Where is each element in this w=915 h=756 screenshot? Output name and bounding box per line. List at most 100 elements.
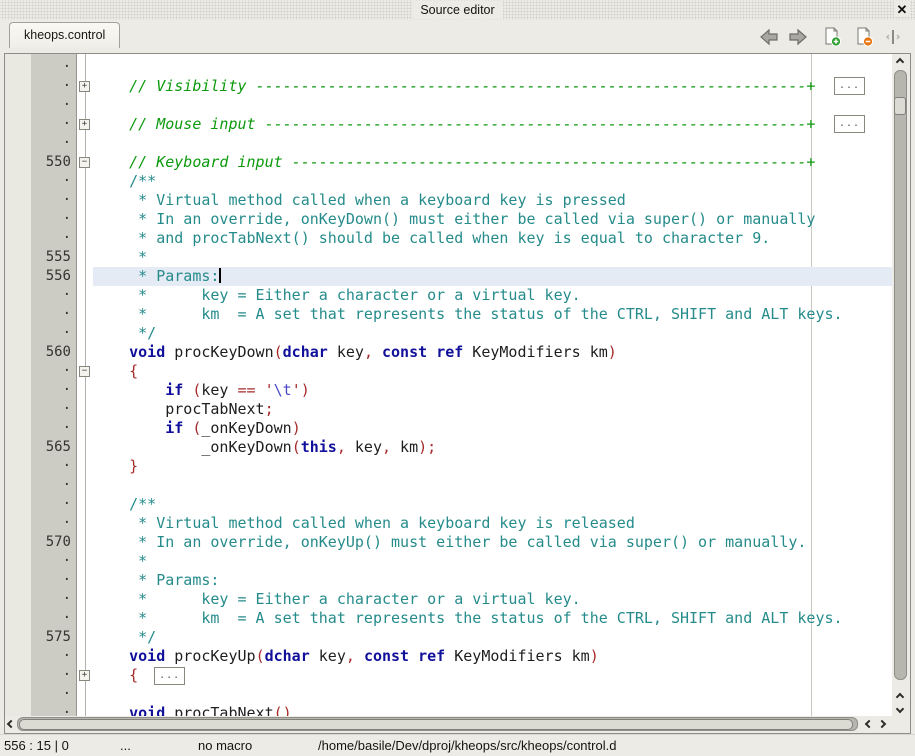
code-token: ,: [337, 438, 346, 456]
code-token: [256, 381, 265, 399]
code-line[interactable]: *: [93, 552, 892, 571]
code-token: void: [129, 704, 165, 716]
code-line[interactable]: procTabNext;: [93, 400, 892, 419]
code-token: const: [364, 647, 409, 665]
fold-cell: [78, 400, 93, 419]
code-token: [93, 704, 129, 716]
code-line[interactable]: /**: [93, 172, 892, 191]
code-line[interactable]: // Visibility --------------------------…: [93, 77, 892, 96]
code-token: [183, 381, 192, 399]
code-line[interactable]: * Virtual method called when a keyboard …: [93, 191, 892, 210]
code-line[interactable]: * Virtual method called when a keyboard …: [93, 514, 892, 533]
horizontal-scrollbar-track[interactable]: [17, 717, 858, 731]
code-line[interactable]: * Params:: [93, 571, 892, 590]
scroll-left-icon[interactable]: [7, 720, 15, 728]
fold-cell: [78, 609, 93, 628]
horizontal-scrollbar-thumb[interactable]: [19, 719, 853, 730]
code-token: */: [93, 628, 156, 646]
code-token: KeyModifiers km: [445, 647, 590, 665]
code-line[interactable]: if (_onKeyDown): [93, 419, 892, 438]
go-forward-button[interactable]: [786, 25, 810, 49]
go-back-button[interactable]: [757, 25, 781, 49]
collapsed-fold-ellipsis[interactable]: ...: [834, 77, 865, 95]
code-line[interactable]: * In an override, onKeyDown() must eithe…: [93, 210, 892, 229]
scroll-up-icon[interactable]: [896, 58, 904, 66]
code-token: procTabNext: [165, 704, 273, 716]
code-line[interactable]: [93, 96, 892, 115]
new-document-button[interactable]: [820, 25, 844, 49]
code-line[interactable]: * and procTabNext() should be called whe…: [93, 229, 892, 248]
code-line[interactable]: if (key == '\t'): [93, 381, 892, 400]
code-token: void: [129, 647, 165, 665]
collapsed-fold-ellipsis[interactable]: ...: [154, 667, 185, 685]
code-line[interactable]: */: [93, 324, 892, 343]
code-token: km: [391, 438, 418, 456]
code-token: /**: [93, 172, 156, 190]
scroll-left-icon[interactable]: [865, 720, 873, 728]
scroll-right-icon[interactable]: [878, 720, 886, 728]
code-line[interactable]: * key = Either a character or a virtual …: [93, 590, 892, 609]
vertical-scrollbar-track[interactable]: [894, 70, 907, 680]
code-line[interactable]: * km = A set that represents the status …: [93, 305, 892, 324]
code-token: [93, 343, 129, 361]
fold-cell: [78, 172, 93, 191]
collapsed-fold-ellipsis[interactable]: ...: [834, 115, 865, 133]
line-number: 560: [31, 343, 76, 362]
code-line[interactable]: */: [93, 628, 892, 647]
code-token: const: [382, 343, 427, 361]
code-token: ref: [436, 343, 463, 361]
code-token: ref: [418, 647, 445, 665]
code-line[interactable]: [93, 476, 892, 495]
code-line[interactable]: void procTabNext(): [93, 704, 892, 716]
code-line[interactable]: /**: [93, 495, 892, 514]
code-token: key: [346, 438, 382, 456]
code-line[interactable]: * In an override, onKeyUp() must either …: [93, 533, 892, 552]
fold-cell: [78, 514, 93, 533]
code-line[interactable]: // Keyboard input ----------------------…: [93, 153, 892, 172]
file-path: /home/basile/Dev/dproj/kheops/src/kheops…: [318, 738, 616, 753]
code-line[interactable]: * Params:: [93, 267, 892, 286]
line-number: ·: [31, 514, 76, 533]
line-number: ·: [31, 210, 76, 229]
vertical-scrollbar[interactable]: [892, 54, 910, 716]
code-line[interactable]: [93, 685, 892, 704]
fold-expand-icon[interactable]: +: [79, 81, 90, 92]
split-view-button[interactable]: [881, 25, 905, 49]
status-bar: 556 : 15 | 0 ... no macro /home/basile/D…: [0, 734, 915, 756]
code-line[interactable]: * km = A set that represents the status …: [93, 609, 892, 628]
fold-cell: [78, 343, 93, 362]
code-line[interactable]: {: [93, 362, 892, 381]
code-token: * Params:: [93, 267, 219, 285]
code-line[interactable]: *: [93, 248, 892, 267]
horizontal-scrollbar[interactable]: [5, 716, 892, 733]
fold-cell: [78, 267, 93, 286]
close-document-button[interactable]: [852, 25, 876, 49]
code-line[interactable]: [93, 58, 892, 77]
code-area[interactable]: // Visibility --------------------------…: [93, 54, 892, 716]
fold-cell: [78, 96, 93, 115]
fold-collapse-icon[interactable]: −: [79, 366, 90, 377]
line-number: ·: [31, 476, 76, 495]
scroll-down-icon[interactable]: [896, 705, 904, 713]
code-token: * km = A set that represents the status …: [93, 609, 843, 627]
fold-collapse-icon[interactable]: −: [79, 157, 90, 168]
code-line[interactable]: void procKeyDown(dchar key, const ref Ke…: [93, 343, 892, 362]
tab-kheops-control[interactable]: kheops.control: [9, 22, 120, 48]
code-line[interactable]: void procKeyUp(dchar key, const ref KeyM…: [93, 647, 892, 666]
vertical-scrollbar-thumb[interactable]: [894, 97, 906, 115]
code-line[interactable]: [93, 134, 892, 153]
line-number: ·: [31, 96, 76, 115]
code-line[interactable]: _onKeyDown(this, key, km);: [93, 438, 892, 457]
close-icon[interactable]: ✕: [894, 1, 910, 17]
fold-expand-icon[interactable]: +: [79, 670, 90, 681]
code-line[interactable]: {...: [93, 666, 892, 685]
code-line[interactable]: }: [93, 457, 892, 476]
line-number: ·: [31, 647, 76, 666]
scroll-up-icon[interactable]: [896, 693, 904, 701]
macro-status: no macro: [198, 738, 252, 753]
code-line[interactable]: // Mouse input -------------------------…: [93, 115, 892, 134]
code-token: [409, 647, 418, 665]
fold-expand-icon[interactable]: +: [79, 119, 90, 130]
title-bar[interactable]: Source editor ✕: [0, 0, 915, 20]
code-line[interactable]: * key = Either a character or a virtual …: [93, 286, 892, 305]
